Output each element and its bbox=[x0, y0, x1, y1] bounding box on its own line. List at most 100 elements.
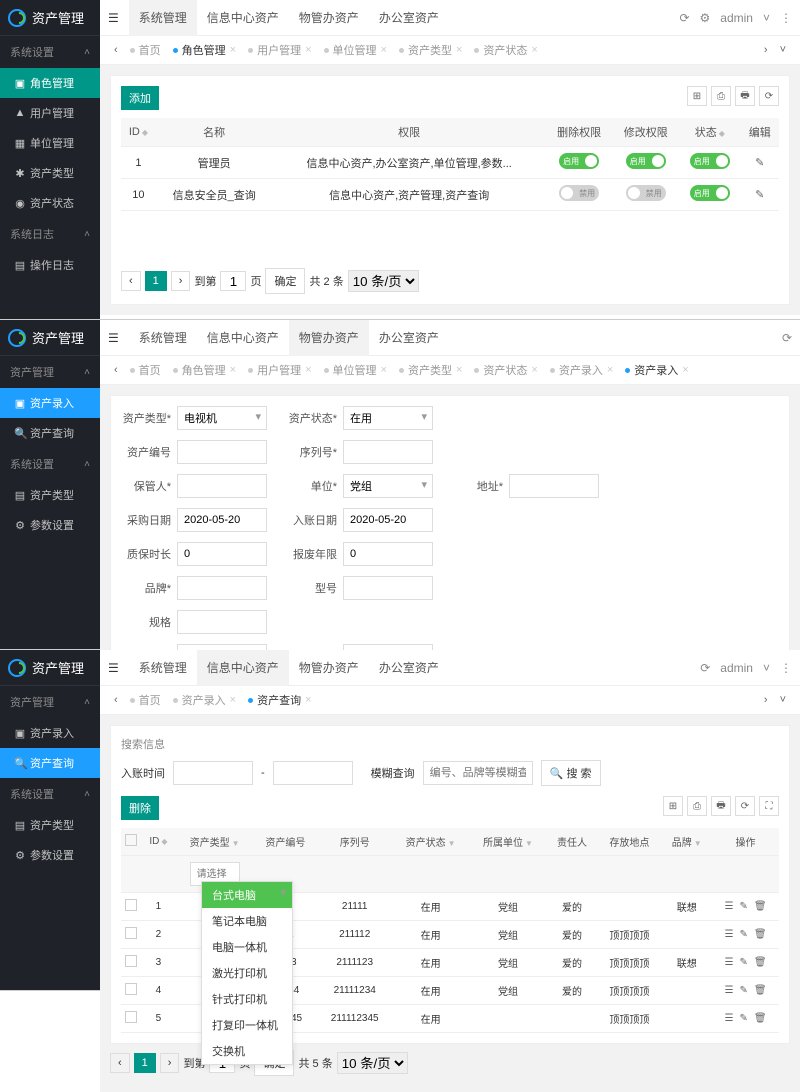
row-checkbox[interactable] bbox=[125, 899, 137, 911]
bc[interactable]: 角色管理× bbox=[167, 360, 242, 380]
columns-icon[interactable]: ⊞ bbox=[687, 86, 707, 106]
close-icon[interactable]: × bbox=[381, 44, 387, 56]
top-tab[interactable]: 物管办资产 bbox=[289, 320, 369, 356]
more-icon[interactable]: ⋮ bbox=[780, 661, 792, 675]
sidebar-item-param[interactable]: ⚙参数设置 bbox=[0, 510, 100, 540]
toggle-upd[interactable]: 启用 bbox=[626, 153, 666, 169]
print-icon[interactable]: 🖶 bbox=[735, 86, 755, 106]
row-checkbox[interactable] bbox=[125, 955, 137, 967]
col[interactable]: ID◆ bbox=[141, 828, 176, 856]
col[interactable]: 资产状态▼ bbox=[392, 828, 469, 856]
hamburger-icon[interactable]: ☰ bbox=[108, 661, 119, 675]
bc[interactable]: 资产状态× bbox=[468, 360, 543, 380]
date-from-input[interactable] bbox=[173, 761, 253, 785]
edit-icon[interactable]: ✎ bbox=[755, 157, 764, 169]
sidebar-item-param[interactable]: ⚙参数设置 bbox=[0, 840, 100, 870]
refresh-icon[interactable]: ⟳ bbox=[759, 86, 779, 106]
buy-date-input[interactable] bbox=[177, 508, 267, 532]
unit-select[interactable] bbox=[343, 474, 433, 498]
edit-icon[interactable]: ✎ bbox=[739, 957, 747, 968]
menu-group-asset[interactable]: 资产管理˄ bbox=[0, 686, 100, 718]
export-icon[interactable]: ⎙ bbox=[687, 796, 707, 816]
top-tab[interactable]: 信息中心资产 bbox=[197, 320, 289, 356]
sidebar-item-oplog[interactable]: ▤操作日志 bbox=[0, 250, 100, 280]
bc[interactable]: 资产录入× bbox=[544, 360, 619, 380]
edit-icon[interactable]: ✎ bbox=[739, 929, 747, 940]
bc[interactable]: 单位管理× bbox=[318, 360, 393, 380]
top-tab-system[interactable]: 系统管理 bbox=[129, 0, 197, 36]
view-icon[interactable]: ☰ bbox=[725, 901, 734, 912]
top-tab[interactable]: 系统管理 bbox=[129, 650, 197, 686]
hamburger-icon[interactable]: ☰ bbox=[108, 331, 119, 345]
fuzzy-input[interactable] bbox=[423, 761, 533, 785]
col[interactable]: 品牌▼ bbox=[661, 828, 712, 856]
bc-status[interactable]: 资产状态× bbox=[468, 40, 543, 60]
sidebar-item-query[interactable]: 🔍资产查询 bbox=[0, 748, 100, 778]
delete-icon[interactable]: 🗑 bbox=[754, 929, 767, 940]
sidebar-item-input[interactable]: ▣资产录入 bbox=[0, 718, 100, 748]
bc[interactable]: 首页 bbox=[124, 360, 167, 380]
col-status[interactable]: 状态◆ bbox=[679, 118, 740, 147]
close-icon[interactable]: × bbox=[230, 44, 236, 56]
sidebar-item-status[interactable]: ◉资产状态 bbox=[0, 188, 100, 218]
bc-home[interactable]: 首页 bbox=[124, 40, 167, 60]
view-icon[interactable]: ☰ bbox=[725, 957, 734, 968]
keeper-input[interactable] bbox=[177, 474, 267, 498]
pager-next[interactable]: › bbox=[171, 271, 191, 291]
col[interactable]: 资产类型▼ bbox=[176, 828, 253, 856]
row-checkbox[interactable] bbox=[125, 927, 137, 939]
search-button[interactable]: 🔍 搜 索 bbox=[541, 760, 601, 786]
top-tab[interactable]: 系统管理 bbox=[129, 320, 197, 356]
dropdown-item[interactable]: 打复印一体机 bbox=[202, 1012, 292, 1038]
top-tab-info[interactable]: 信息中心资产 bbox=[197, 0, 289, 36]
chevron-down-icon[interactable]: ˅ bbox=[774, 692, 792, 708]
bc-unit[interactable]: 单位管理× bbox=[318, 40, 393, 60]
sidebar-item-unit[interactable]: ▦单位管理 bbox=[0, 128, 100, 158]
chevron-down-icon[interactable]: ˅ bbox=[774, 42, 792, 58]
sidebar-item-input[interactable]: ▣资产录入 bbox=[0, 388, 100, 418]
asset-no-input[interactable] bbox=[177, 440, 267, 464]
bc-next[interactable]: › bbox=[758, 42, 774, 58]
toggle-status[interactable]: 启用 bbox=[690, 185, 730, 201]
type-dropdown[interactable]: 台式电脑笔记本电脑电脑一体机激光打印机针式打印机打复印一体机交换机 bbox=[201, 881, 293, 1065]
menu-group-system[interactable]: 系统设置˄ bbox=[0, 778, 100, 810]
bc-prev[interactable]: ‹ bbox=[108, 42, 124, 58]
col-id[interactable]: ID◆ bbox=[121, 118, 156, 147]
dropdown-item[interactable]: 电脑一体机 bbox=[202, 934, 292, 960]
refresh-icon[interactable]: ⟳ bbox=[700, 661, 710, 675]
menu-group-system[interactable]: 系统设置˄ bbox=[0, 448, 100, 480]
sidebar-item-type[interactable]: ▤资产类型 bbox=[0, 810, 100, 840]
col[interactable]: 所属单位▼ bbox=[469, 828, 546, 856]
close-icon[interactable]: × bbox=[531, 44, 537, 56]
close-icon[interactable]: × bbox=[456, 44, 462, 56]
refresh-icon[interactable]: ⟳ bbox=[782, 331, 792, 345]
serial-input[interactable] bbox=[343, 440, 433, 464]
in-date-input[interactable] bbox=[343, 508, 433, 532]
edit-icon[interactable]: ✎ bbox=[739, 1013, 747, 1024]
status-select[interactable] bbox=[343, 406, 433, 430]
refresh-icon[interactable]: ⟳ bbox=[735, 796, 755, 816]
toggle-upd[interactable]: 禁用 bbox=[626, 185, 666, 201]
dropdown-item[interactable]: 针式打印机 bbox=[202, 986, 292, 1012]
sidebar-item-role[interactable]: ▣角色管理 bbox=[0, 68, 100, 98]
top-tab-wuguan[interactable]: 物管办资产 bbox=[289, 0, 369, 36]
close-icon[interactable]: × bbox=[305, 44, 311, 56]
sidebar-item-type[interactable]: ▤资产类型 bbox=[0, 480, 100, 510]
bc[interactable]: 首页 bbox=[124, 690, 167, 710]
spec-input[interactable] bbox=[177, 610, 267, 634]
pager-goto-input[interactable] bbox=[220, 271, 246, 291]
date-to-input[interactable] bbox=[273, 761, 353, 785]
view-icon[interactable]: ☰ bbox=[725, 929, 734, 940]
bc[interactable]: 资产录入× bbox=[619, 360, 694, 380]
delete-icon[interactable]: 🗑 bbox=[754, 901, 767, 912]
warranty-input[interactable] bbox=[177, 542, 267, 566]
top-tab[interactable]: 办公室资产 bbox=[369, 320, 449, 356]
add-button[interactable]: 添加 bbox=[121, 86, 159, 110]
pager-size[interactable]: 10 条/页 bbox=[348, 270, 419, 292]
dropdown-item[interactable]: 激光打印机 bbox=[202, 960, 292, 986]
gear-icon[interactable]: ⚙ bbox=[700, 11, 711, 25]
delete-icon[interactable]: 🗑 bbox=[754, 1013, 767, 1024]
user-label[interactable]: admin bbox=[720, 661, 753, 675]
pager-next[interactable]: › bbox=[160, 1053, 180, 1073]
bc[interactable]: 资产查询× bbox=[242, 690, 317, 710]
